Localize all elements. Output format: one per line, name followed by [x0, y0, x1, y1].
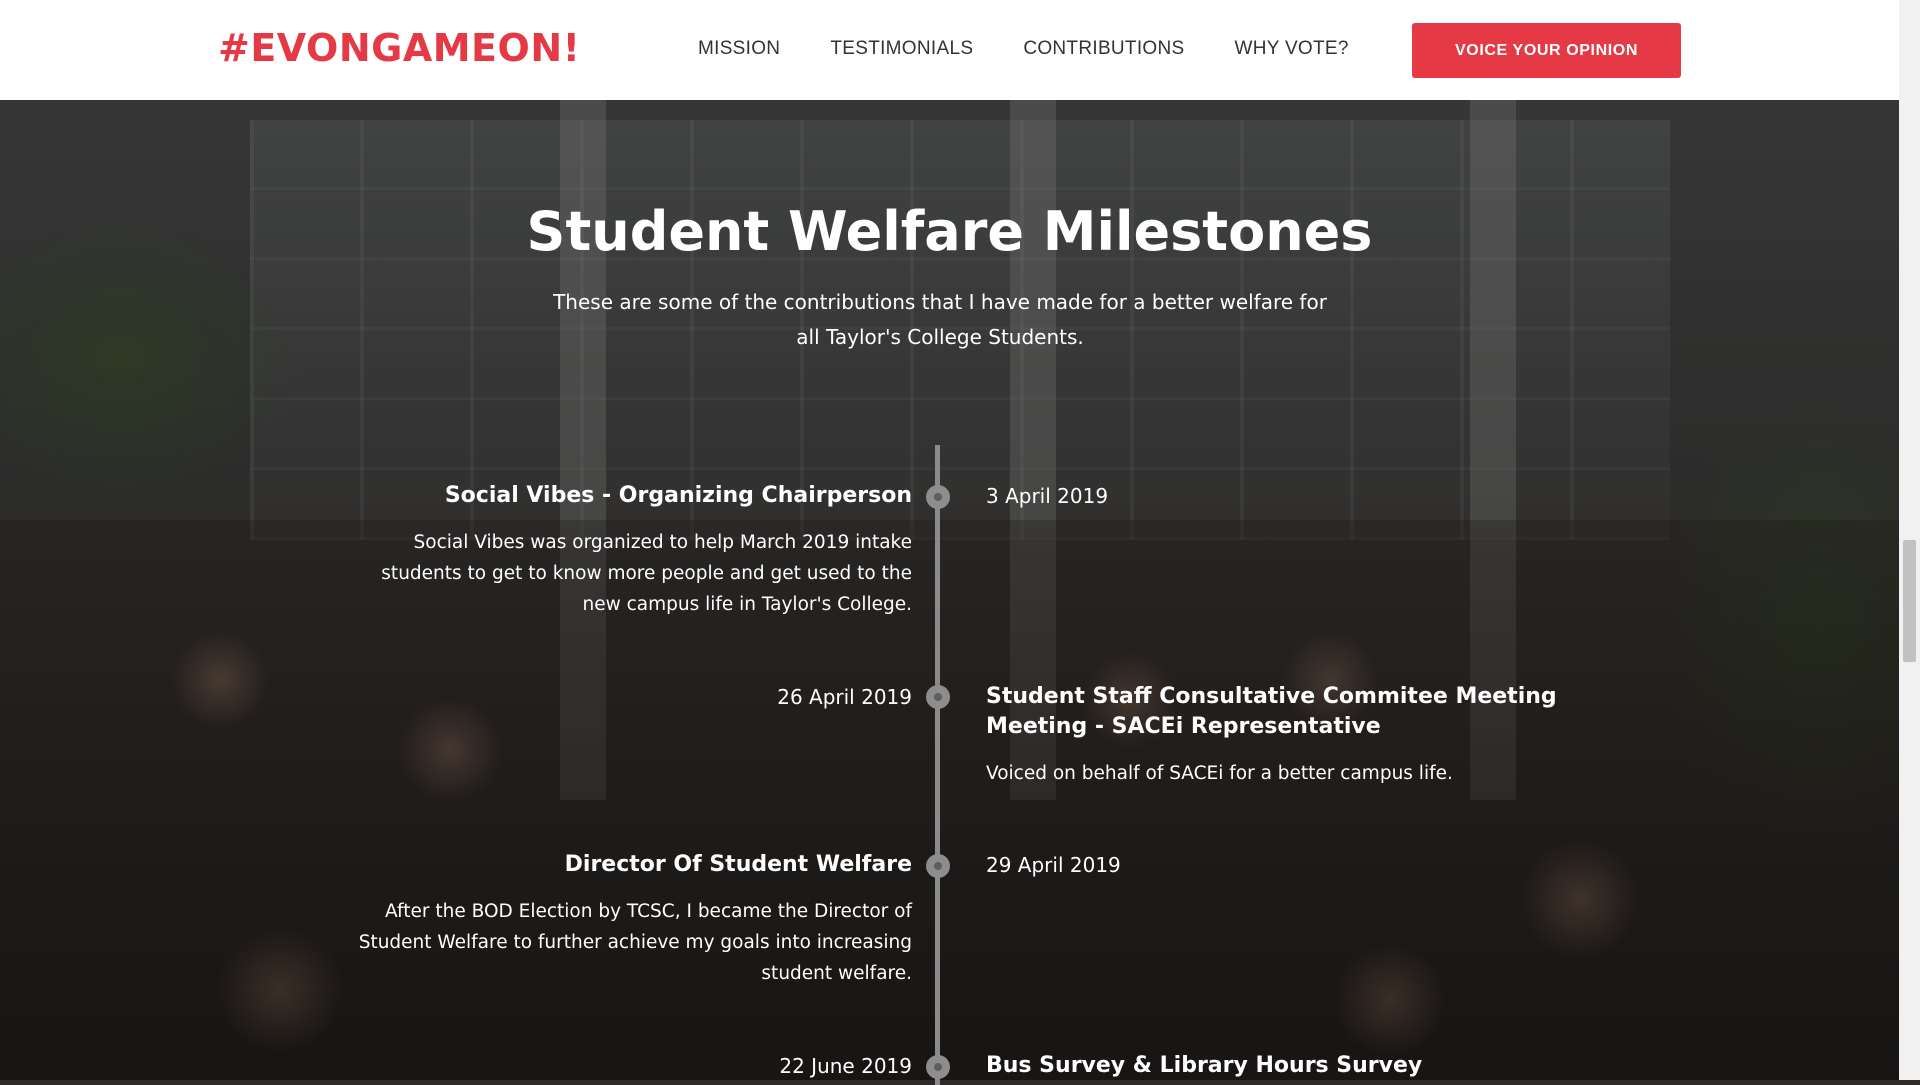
timeline-item-title: Director Of Student Welfare [564, 852, 912, 877]
nav-item-why-vote[interactable]: WHY VOTE? [1235, 38, 1349, 60]
nav-item-mission[interactable]: MISSION [698, 38, 780, 60]
section-subtitle: These are some of the contributions that… [553, 290, 1327, 349]
nav-item-testimonials[interactable]: TESTIMONIALS [830, 38, 973, 60]
scrollbar-thumb[interactable] [1903, 540, 1916, 662]
timeline-item-date: 29 April 2019 [986, 853, 1121, 877]
timeline-dot [926, 854, 950, 878]
timeline-item-date: 3 April 2019 [986, 484, 1109, 508]
timeline-item-date: 26 April 2019 [777, 685, 912, 709]
timeline-line [935, 445, 940, 1085]
timeline-item-title: Bus Survey & Library Hours Survey [986, 1053, 1423, 1078]
timeline-dot [926, 685, 950, 709]
timeline-item-title: Student Staff Consultative Commitee Meet… [986, 684, 1557, 739]
main-nav: MISSION TESTIMONIALS CONTRIBUTIONS WHY V… [698, 38, 1399, 60]
top-navbar: #EVONGAMEON! MISSION TESTIMONIALS CONTRI… [0, 0, 1899, 100]
timeline-item-description: Social Vibes was organized to help March… [381, 532, 912, 615]
timeline-dot [926, 485, 950, 509]
page-scrollbar[interactable] [1899, 0, 1920, 1080]
nav-item-contributions[interactable]: CONTRIBUTIONS [1023, 38, 1184, 60]
timeline-item-description: After the BOD Election by TCSC, I became… [358, 901, 912, 984]
section-title: Student Welfare Milestones [526, 200, 1373, 263]
voice-your-opinion-button[interactable]: VOICE YOUR OPINION [1412, 23, 1681, 78]
timeline-dot [926, 1055, 950, 1079]
timeline-item-title: Social Vibes - Organizing Chairperson [444, 483, 912, 508]
site-logo[interactable]: #EVONGAMEON! [218, 26, 580, 70]
timeline-item-description: Voiced on behalf of SACEi for a better c… [986, 763, 1453, 784]
timeline-item-date: 22 June 2019 [779, 1054, 912, 1078]
